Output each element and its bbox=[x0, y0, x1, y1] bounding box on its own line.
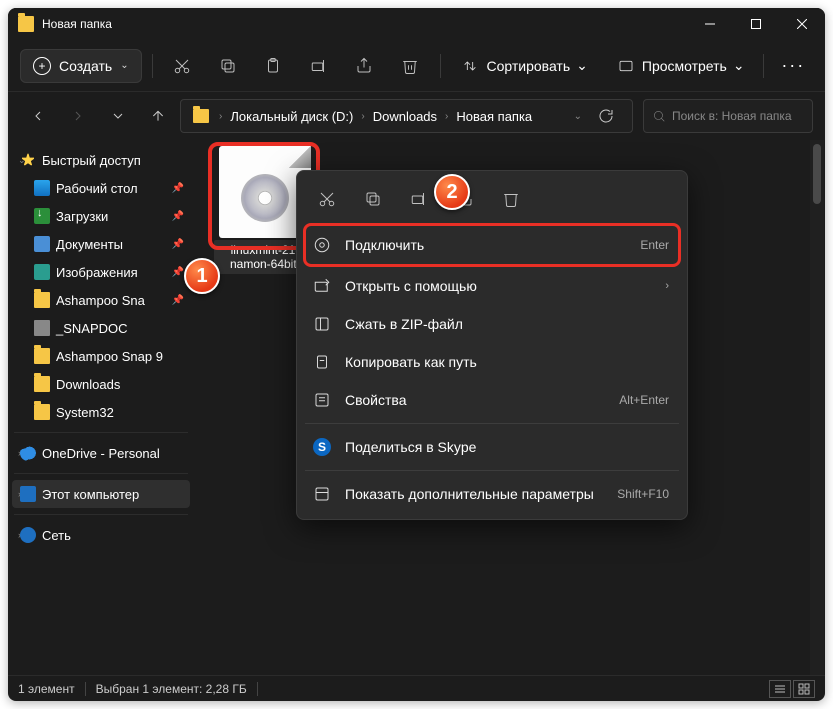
scrollbar[interactable] bbox=[810, 140, 824, 675]
folder-icon bbox=[18, 16, 34, 32]
status-selection: Выбран 1 элемент: 2,28 ГБ bbox=[96, 682, 247, 696]
ctx-mount[interactable]: Подключить Enter bbox=[303, 223, 681, 267]
download-icon bbox=[34, 208, 50, 224]
ctx-properties[interactable]: Свойства Alt+Enter bbox=[303, 381, 681, 419]
details-view-button[interactable] bbox=[769, 680, 791, 698]
sidebar: ⌄ Быстрый доступ Рабочий стол📌 Загрузки📌… bbox=[8, 140, 194, 675]
folder-icon bbox=[34, 348, 50, 364]
copy-button[interactable] bbox=[208, 48, 247, 84]
ctx-open-with[interactable]: Открыть с помощью › bbox=[303, 267, 681, 305]
folder-icon bbox=[34, 404, 50, 420]
sort-button[interactable]: Сортировать ⌄ bbox=[450, 48, 599, 84]
pin-icon: 📌 bbox=[172, 267, 184, 278]
status-bar: 1 элемент Выбран 1 элемент: 2,28 ГБ bbox=[8, 675, 825, 701]
desktop-icon bbox=[34, 180, 50, 196]
ctx-delete-button[interactable] bbox=[489, 181, 533, 217]
close-button[interactable] bbox=[779, 8, 825, 40]
network-icon bbox=[20, 527, 36, 543]
paste-button[interactable] bbox=[254, 48, 293, 84]
search-input[interactable]: Поиск в: Новая папка bbox=[643, 99, 813, 133]
sidebar-network[interactable]: ›Сеть bbox=[12, 521, 190, 549]
sidebar-item[interactable]: Ashampoo Snap 9 bbox=[12, 342, 190, 370]
breadcrumb-seg[interactable]: Локальный диск (D:) bbox=[228, 109, 355, 124]
ctx-copy-button[interactable] bbox=[351, 181, 395, 217]
forward-button[interactable] bbox=[60, 98, 96, 134]
folder-icon bbox=[34, 320, 50, 336]
sidebar-item-downloads[interactable]: Загрузки📌 bbox=[12, 202, 190, 230]
sort-label: Сортировать bbox=[486, 58, 570, 74]
navigation-row: › Локальный диск (D:) › Downloads › Нова… bbox=[8, 92, 825, 140]
status-count: 1 элемент bbox=[18, 682, 75, 696]
sidebar-item[interactable]: _SNAPDOC bbox=[12, 314, 190, 342]
breadcrumb-seg[interactable]: Новая папка bbox=[454, 109, 534, 124]
annotation-badge-2: 2 bbox=[434, 174, 470, 210]
cut-button[interactable] bbox=[163, 48, 202, 84]
sidebar-onedrive[interactable]: ›OneDrive - Personal bbox=[12, 439, 190, 467]
minimize-button[interactable] bbox=[687, 8, 733, 40]
window-title: Новая папка bbox=[42, 17, 112, 31]
sidebar-this-pc[interactable]: ›Этот компьютер bbox=[12, 480, 190, 508]
recent-button[interactable] bbox=[100, 98, 136, 134]
ctx-more-options[interactable]: Показать дополнительные параметры Shift+… bbox=[303, 475, 681, 513]
folder-icon bbox=[193, 109, 209, 123]
sidebar-item[interactable]: Ashampoo Sna📌 bbox=[12, 286, 190, 314]
up-button[interactable] bbox=[140, 98, 176, 134]
sidebar-item-documents[interactable]: Документы📌 bbox=[12, 230, 190, 258]
back-button[interactable] bbox=[20, 98, 56, 134]
sidebar-item[interactable]: Downloads bbox=[12, 370, 190, 398]
explorer-window: Новая папка + Создать ⌄ Сортировать ⌄ Пр… bbox=[8, 8, 825, 701]
skype-icon: S bbox=[313, 438, 331, 456]
cloud-icon bbox=[20, 445, 36, 461]
sidebar-item[interactable]: System32 bbox=[12, 398, 190, 426]
annotation-badge-1: 1 bbox=[184, 258, 220, 294]
ctx-cut-button[interactable] bbox=[305, 181, 349, 217]
sidebar-item-desktop[interactable]: Рабочий стол📌 bbox=[12, 174, 190, 202]
delete-button[interactable] bbox=[390, 48, 429, 84]
documents-icon bbox=[34, 236, 50, 252]
ctx-skype[interactable]: S Поделиться в Skype bbox=[303, 428, 681, 466]
more-button[interactable]: ··· bbox=[774, 55, 813, 76]
context-menu: Подключить Enter Открыть с помощью › Сжа… bbox=[296, 170, 688, 520]
refresh-button[interactable] bbox=[588, 98, 624, 134]
pin-icon: 📌 bbox=[172, 183, 184, 194]
icons-view-button[interactable] bbox=[793, 680, 815, 698]
folder-icon bbox=[34, 376, 50, 392]
sidebar-quick-access[interactable]: ⌄ Быстрый доступ bbox=[12, 146, 190, 174]
ctx-copy-path[interactable]: Копировать как путь bbox=[303, 343, 681, 381]
search-placeholder: Поиск в: Новая папка bbox=[672, 109, 792, 123]
pc-icon bbox=[20, 486, 36, 502]
view-button[interactable]: Просмотреть ⌄ bbox=[606, 48, 757, 84]
breadcrumb-seg[interactable]: Downloads bbox=[371, 109, 439, 124]
breadcrumb[interactable]: › Локальный диск (D:) › Downloads › Нова… bbox=[180, 99, 633, 133]
pin-icon: 📌 bbox=[172, 211, 184, 222]
pictures-icon bbox=[34, 264, 50, 280]
folder-icon bbox=[34, 292, 50, 308]
sidebar-item-pictures[interactable]: Изображения📌 bbox=[12, 258, 190, 286]
view-label: Просмотреть bbox=[642, 58, 727, 74]
pin-icon: 📌 bbox=[172, 239, 184, 250]
new-button[interactable]: + Создать ⌄ bbox=[20, 49, 142, 83]
content-area: linuxmint-21-namon-64bit. 1 2 Подключить… bbox=[194, 140, 825, 675]
pin-icon: 📌 bbox=[172, 295, 184, 306]
rename-button[interactable] bbox=[299, 48, 338, 84]
ctx-zip[interactable]: Сжать в ZIP-файл bbox=[303, 305, 681, 343]
toolbar: + Создать ⌄ Сортировать ⌄ Просмотреть ⌄ … bbox=[8, 40, 825, 92]
share-button[interactable] bbox=[345, 48, 384, 84]
new-label: Создать bbox=[59, 58, 112, 74]
titlebar: Новая папка bbox=[8, 8, 825, 40]
maximize-button[interactable] bbox=[733, 8, 779, 40]
